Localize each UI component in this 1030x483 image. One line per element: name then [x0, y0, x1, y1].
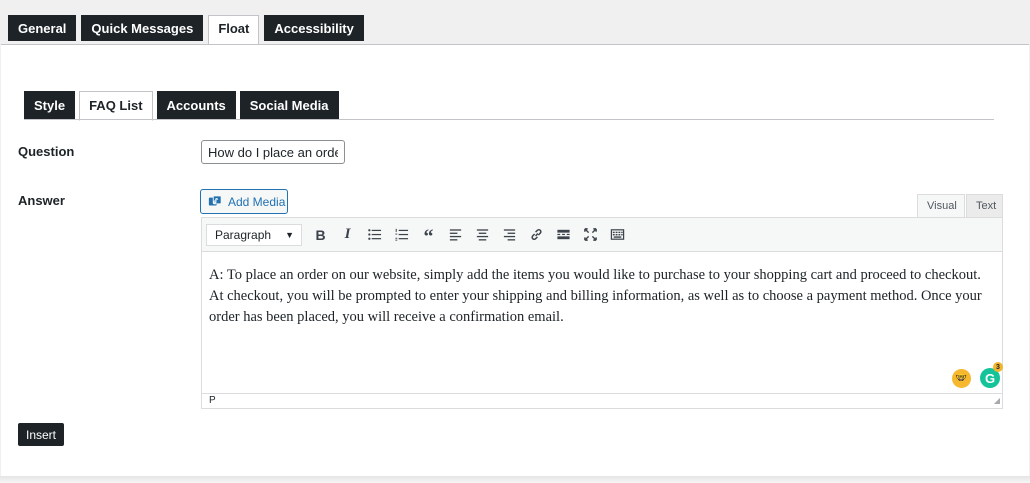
resize-handle-icon[interactable]: ◢: [994, 394, 1000, 407]
fullscreen-icon[interactable]: [578, 223, 603, 247]
answer-label: Answer: [18, 193, 65, 208]
panel-shadow: [0, 476, 1030, 483]
answer-editor: Paragraph ▼ B I “ A: To place an order o…: [201, 217, 1003, 409]
media-icon: [208, 194, 222, 205]
tab-text[interactable]: Text: [966, 194, 1003, 218]
answer-text: A: To place an order on our website, sim…: [209, 267, 982, 325]
nerd-emoji-icon[interactable]: 🤓: [952, 369, 971, 388]
bullet-list-icon[interactable]: [362, 223, 387, 247]
align-left-icon[interactable]: [443, 223, 468, 247]
blockquote-icon[interactable]: “: [416, 223, 441, 248]
add-media-button[interactable]: Add Media: [200, 189, 288, 214]
grammarly-count-badge: 3: [993, 362, 1003, 372]
sub-tab-divider: [24, 119, 994, 120]
add-media-label: Add Media: [228, 194, 286, 209]
editor-content[interactable]: A: To place an order on our website, sim…: [202, 252, 1003, 393]
tab-social-media[interactable]: Social Media: [239, 91, 339, 119]
format-select[interactable]: Paragraph ▼: [206, 223, 302, 246]
chevron-down-icon: ▼: [285, 229, 294, 240]
element-path[interactable]: P: [209, 395, 216, 406]
tab-accounts[interactable]: Accounts: [156, 91, 236, 119]
tab-general[interactable]: General: [8, 15, 77, 41]
tab-float[interactable]: Float: [208, 15, 260, 45]
italic-icon[interactable]: I: [335, 223, 360, 247]
read-more-icon[interactable]: [551, 223, 576, 247]
question-input[interactable]: [201, 140, 345, 164]
format-select-value: Paragraph: [215, 227, 272, 242]
insert-button[interactable]: Insert: [18, 423, 64, 446]
editor-statusbar: P ◢: [202, 393, 1002, 408]
bold-icon[interactable]: B: [308, 223, 333, 247]
top-tab-bar: General Quick Messages Float Accessibili…: [8, 15, 364, 45]
link-icon[interactable]: [524, 223, 549, 247]
editor-toolbar: Paragraph ▼ B I “: [202, 218, 1002, 252]
align-right-icon[interactable]: [497, 223, 522, 247]
question-label: Question: [18, 144, 75, 159]
sub-tab-bar: Style FAQ List Accounts Social Media: [24, 91, 339, 121]
tab-quick-messages[interactable]: Quick Messages: [81, 15, 204, 41]
align-center-icon[interactable]: [470, 223, 495, 247]
tab-style[interactable]: Style: [24, 91, 76, 119]
tab-faq-list[interactable]: FAQ List: [79, 91, 153, 121]
toolbar-toggle-icon[interactable]: [605, 223, 630, 247]
numbered-list-icon[interactable]: [389, 223, 414, 247]
tab-visual[interactable]: Visual: [917, 194, 965, 218]
tab-accessibility[interactable]: Accessibility: [264, 15, 364, 41]
